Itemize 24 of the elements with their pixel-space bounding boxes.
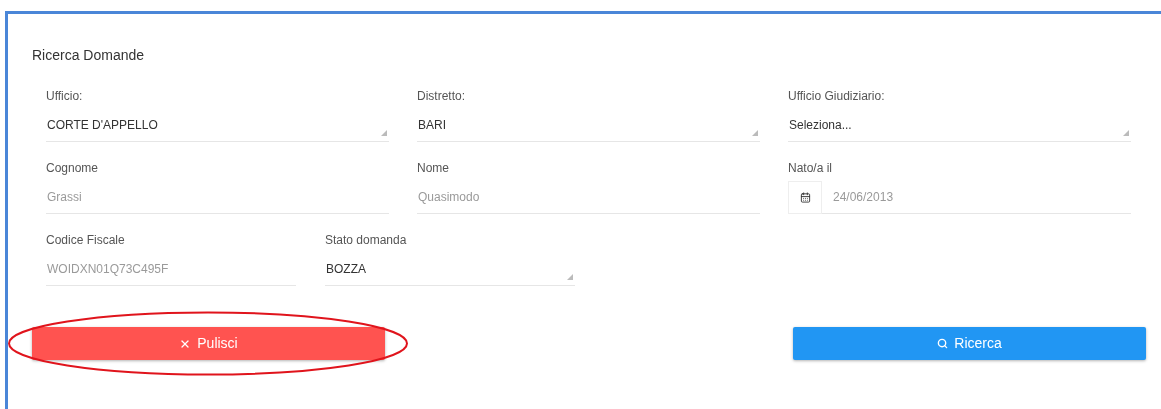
panel-title: Ricerca Domande [32,46,146,63]
calendar-icon [799,191,811,203]
input-field[interactable]: Grassi [46,181,389,214]
field-label: Nato/a il [788,160,834,175]
calendar-button[interactable] [788,180,822,214]
field-label: Ufficio Giudiziario: [788,88,886,103]
input-field[interactable]: WOIDXN01Q73C495F [46,253,296,286]
select-field[interactable]: BOZZA [325,253,575,286]
select-field[interactable]: CORTE D'APPELLO [46,109,389,142]
resize-corner-icon [381,130,387,136]
input-field[interactable]: Quasimodo [417,181,760,214]
resize-corner-icon [752,130,758,136]
search-icon [937,338,949,349]
date-input-field[interactable]: 24/06/2013 [833,188,1131,206]
field-label: Cognome [46,160,100,175]
field-label: Distretto: [417,88,466,103]
field-label: Codice Fiscale [46,232,126,247]
resize-corner-icon [1123,130,1129,136]
select-field[interactable]: Seleziona... [788,109,1131,142]
select-field[interactable]: BARI [417,109,760,142]
field-label: Nome [417,160,450,175]
resize-corner-icon [567,274,573,280]
field-label: Stato domanda [325,232,408,247]
field-label: Ufficio: [46,88,84,103]
